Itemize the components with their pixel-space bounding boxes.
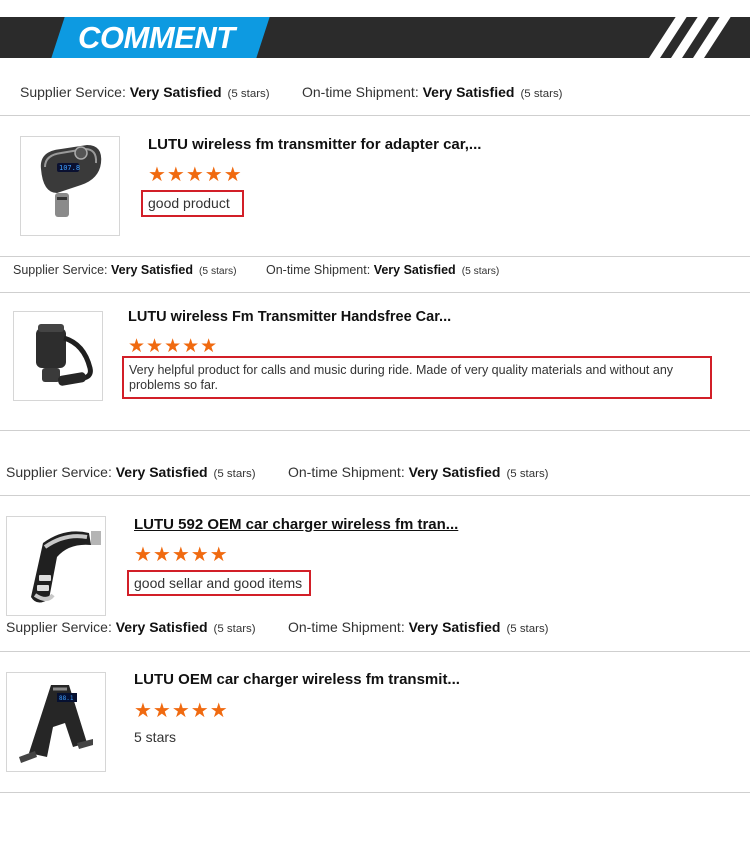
product-title-link[interactable]: LUTU OEM car charger wireless fm transmi… [134, 671, 460, 688]
product-thumbnail[interactable] [6, 516, 106, 616]
svg-text:107.8: 107.8 [59, 164, 80, 172]
star-rating: ★★★★★ [148, 164, 243, 186]
fm-transmitter-image [36, 324, 93, 386]
review-comment: 5 stars [134, 729, 177, 745]
shipment-rating: On-time Shipment: Very Satisfied (5 stars… [288, 619, 549, 635]
star-rating: ★★★★★ [134, 700, 229, 722]
divider [0, 115, 750, 116]
review-comment: Very helpful product for calls and music… [122, 356, 712, 399]
comment-header-bar: COMMENT [0, 17, 750, 58]
shipment-rating: On-time Shipment: Very Satisfied (5 stars… [302, 84, 563, 100]
shipment-rating: On-time Shipment: Very Satisfied (5 stars… [288, 464, 549, 480]
supplier-service-rating: Supplier Service: Very Satisfied (5 stars… [6, 464, 256, 480]
product-title-link[interactable]: LUTU 592 OEM car charger wireless fm tra… [134, 516, 458, 533]
review-comment: good product [141, 190, 244, 217]
star-rating: ★★★★★ [128, 336, 219, 357]
fm-transmitter-image [31, 531, 101, 603]
divider [0, 495, 750, 496]
product-thumbnail[interactable]: 88.1 [6, 672, 106, 772]
fm-transmitter-image: 88.1 [19, 685, 93, 763]
star-rating: ★★★★★ [134, 544, 229, 566]
header-title: COMMENT [78, 20, 235, 55]
product-thumbnail[interactable]: 107.8 [20, 136, 120, 236]
fm-transmitter-image: 107.8 [40, 145, 102, 217]
shipment-rating: On-time Shipment: Very Satisfied (5 stars… [266, 263, 500, 277]
supplier-service-rating: Supplier Service: Very Satisfied (5 stars… [20, 84, 270, 100]
divider [0, 292, 750, 293]
supplier-service-rating: Supplier Service: Very Satisfied (5 stars… [6, 619, 256, 635]
svg-text:88.1: 88.1 [59, 695, 74, 702]
divider [0, 430, 750, 431]
product-thumbnail[interactable] [13, 311, 103, 401]
product-title-link[interactable]: LUTU wireless fm transmitter for adapter… [148, 136, 481, 153]
review-comment: good sellar and good items [127, 570, 311, 596]
divider [0, 792, 750, 793]
divider [0, 256, 750, 257]
product-title-link[interactable]: LUTU wireless Fm Transmitter Handsfree C… [128, 309, 451, 325]
supplier-service-rating: Supplier Service: Very Satisfied (5 stars… [13, 263, 237, 277]
divider [0, 651, 750, 652]
